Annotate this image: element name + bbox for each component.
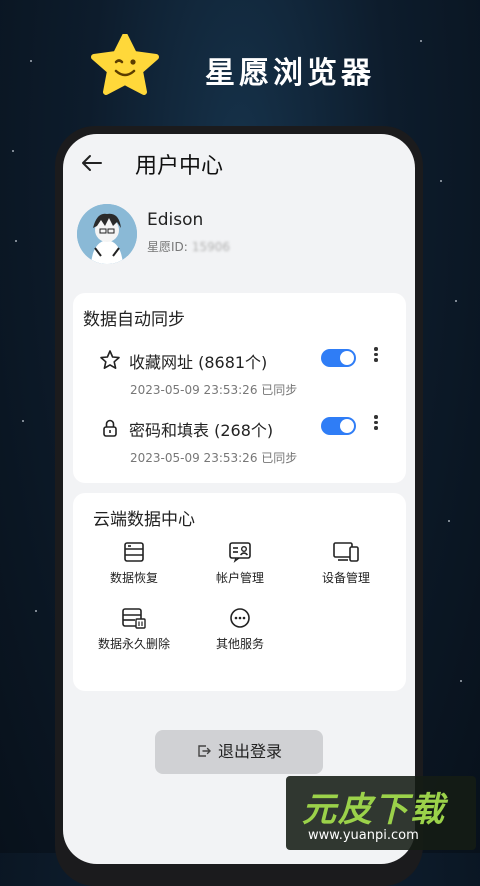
sync-card: 数据自动同步 收藏网址 (8681个) 2023-05-09 23:53:26 … [73,293,406,483]
avatar-image-icon [77,204,137,264]
promo-header: 星愿浏览器 [0,34,480,104]
more-vertical-icon[interactable] [371,345,381,367]
device-manage-icon [333,542,359,562]
watermark-title: 元皮下载 [302,790,446,830]
cloud-data-card: 云端数据中心 数据恢复 帐户管理 设备管理 数据永久删除 其他服务 [73,493,406,691]
cloud-card-title: 云端数据中心 [93,510,195,530]
smiling-star-logo-icon [91,34,159,95]
phone-screen: 用户中心 Edison 星愿ID: 15906 数据自动同步 收藏网址 (8681 [63,134,415,864]
page-title: 用户中心 [135,154,224,179]
sync-passwords-toggle[interactable] [321,417,356,435]
cloud-item-label: 帐户管理 [215,571,264,585]
cloud-item-label: 设备管理 [321,571,370,585]
sync-card-title: 数据自动同步 [83,310,185,330]
cloud-item-device-manage[interactable]: 设备管理 [291,541,401,601]
user-id-row: 星愿ID: 15906 [147,238,230,255]
lock-icon [103,419,117,437]
more-vertical-icon[interactable] [371,413,381,435]
user-id-label: 星愿ID: [147,240,188,254]
data-restore-icon [124,542,144,562]
sync-item-passwords: 密码和填表 (268个) 2023-05-09 23:53:26 已同步 [73,413,406,473]
sync-bookmarks-toggle[interactable] [321,349,356,367]
cloud-item-label: 数据恢复 [109,571,158,585]
app-bar: 用户中心 [63,134,415,192]
watermark-logo: 元皮下载 www.yuanpi.com [286,776,476,850]
logout-icon [198,744,211,757]
cloud-item-account-manage[interactable]: 帐户管理 [185,541,295,601]
avatar[interactable] [77,204,137,264]
cloud-item-data-restore[interactable]: 数据恢复 [79,541,189,601]
user-profile[interactable]: Edison 星愿ID: 15906 [77,202,407,272]
logout-button[interactable]: 退出登录 [155,730,323,774]
logout-label: 退出登录 [217,742,282,761]
watermark-url: www.yuanpi.com [308,828,419,843]
star-icon [100,350,120,369]
sync-item-label: 密码和填表 (268个) [129,421,274,440]
cloud-item-more-services[interactable]: 其他服务 [185,607,295,667]
user-id-value: 15906 [191,240,231,254]
more-services-icon [230,608,250,628]
cloud-item-label: 数据永久删除 [97,637,170,651]
sync-item-bookmarks: 收藏网址 (8681个) 2023-05-09 23:53:26 已同步 [73,345,406,405]
account-manage-icon [229,542,251,563]
promo-title: 星愿浏览器 [205,56,375,91]
username: Edison [147,210,204,230]
sync-item-time: 2023-05-09 23:53:26 已同步 [130,383,298,397]
cloud-item-label: 其他服务 [215,637,264,651]
sync-item-label: 收藏网址 (8681个) [129,353,268,372]
cloud-item-data-delete[interactable]: 数据永久删除 [79,607,189,667]
sync-item-time: 2023-05-09 23:53:26 已同步 [130,451,298,465]
back-arrow-icon[interactable] [77,148,107,178]
data-delete-icon [122,608,146,629]
